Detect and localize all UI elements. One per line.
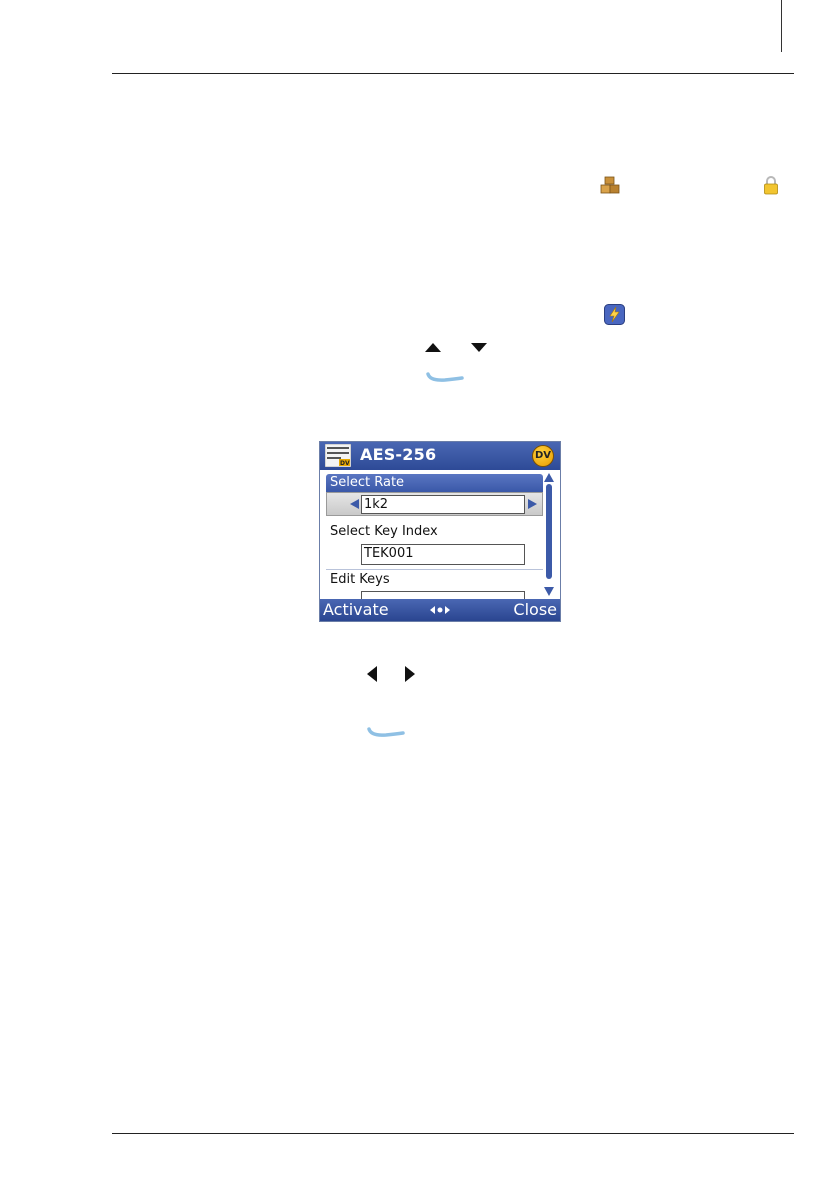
device-softkey-bar: Activate Close <box>320 599 560 621</box>
select-rate-item[interactable]: Select Rate <box>326 474 543 492</box>
select-rate-selector[interactable]: 1k2 <box>326 492 543 516</box>
device-screen: DV AES-256 DV Select Rate 1k2 Select Key… <box>319 441 561 622</box>
select-rate-label: Select Rate <box>330 475 405 490</box>
select-key-index-label: Select Key Index <box>330 524 438 539</box>
scrollbar-thumb[interactable] <box>546 484 552 579</box>
select-rate-value[interactable]: 1k2 <box>361 495 525 514</box>
lock-icon <box>764 176 778 195</box>
header-rule <box>112 73 794 74</box>
scroll-down-icon[interactable] <box>544 587 554 596</box>
activate-softkey[interactable]: Activate <box>323 600 389 619</box>
scroll-up-icon[interactable] <box>544 473 554 482</box>
left-right-nav-icon <box>430 606 450 614</box>
select-key-index-value[interactable]: TEK001 <box>361 544 525 565</box>
device-menu-list: Select Rate 1k2 Select Key Index TEK001 … <box>320 470 560 605</box>
device-title: AES-256 <box>360 445 437 464</box>
edit-keys-label[interactable]: Edit Keys <box>330 572 390 587</box>
lightning-icon <box>604 304 625 325</box>
item-divider <box>326 569 543 570</box>
footer-rule <box>112 1133 794 1134</box>
encryption-app-icon: DV <box>325 444 351 467</box>
dv-mode-badge: DV <box>532 445 554 467</box>
down-arrow-icon <box>471 343 487 352</box>
packages-icon <box>600 176 620 194</box>
menu-key-icon <box>426 372 464 382</box>
page-edge-marker <box>781 0 782 52</box>
menu-key-icon <box>367 727 405 737</box>
device-header: DV AES-256 DV <box>320 442 560 470</box>
close-softkey[interactable]: Close <box>513 600 557 619</box>
up-arrow-icon <box>425 343 441 352</box>
rate-left-arrow-icon[interactable] <box>350 499 359 509</box>
rate-right-arrow-icon[interactable] <box>528 499 537 509</box>
left-arrow-icon <box>367 666 377 682</box>
svg-text:DV: DV <box>340 460 350 467</box>
right-arrow-icon <box>405 666 415 682</box>
